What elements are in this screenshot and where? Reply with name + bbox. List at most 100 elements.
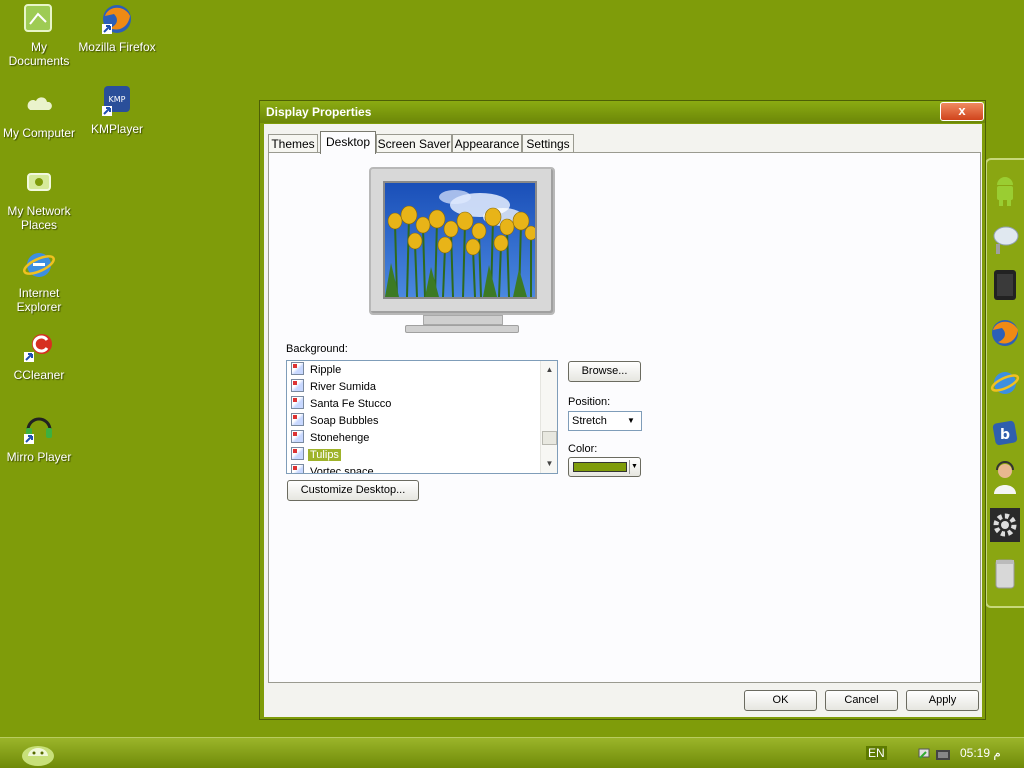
clock[interactable]: 05:19 م (960, 746, 1001, 760)
background-item-label: River Sumida (310, 381, 377, 393)
background-item-label: Stonehenge (310, 432, 370, 444)
background-item-label: Ripple (310, 364, 342, 376)
close-button[interactable]: x (940, 102, 984, 121)
position-label: Position: (568, 396, 611, 408)
title-bar[interactable]: Display Properties x (260, 101, 985, 123)
color-picker-button[interactable]: ▼ (568, 457, 641, 477)
tab-appearance[interactable]: Appearance (452, 134, 522, 153)
image-file-icon (291, 413, 304, 426)
image-file-icon (291, 430, 304, 443)
language-indicator[interactable]: EN (866, 746, 887, 760)
tab-themes[interactable]: Themes (268, 134, 318, 153)
svg-text:b: b (1000, 427, 1010, 443)
desktop-icon-label: KMPlayer (90, 122, 143, 136)
ok-button[interactable]: OK (744, 690, 817, 711)
wallpaper-preview-image (383, 181, 537, 299)
image-file-icon (291, 396, 304, 409)
image-file-icon (291, 447, 304, 460)
android-icon[interactable] (990, 174, 1020, 208)
internet-explorer-icon[interactable] (990, 366, 1020, 400)
background-item-label: Vortec space (310, 466, 374, 474)
mirro-player-icon (22, 412, 56, 446)
chevron-down-icon: ▼ (629, 460, 639, 474)
tray-icons (918, 746, 952, 762)
desktop-icon-firefox[interactable]: Mozilla Firefox (72, 2, 162, 54)
display-properties-window: Display Properties x Themes Desktop Scre… (259, 100, 986, 720)
apply-button[interactable]: Apply (906, 690, 979, 711)
start-button[interactable] (20, 742, 56, 766)
image-file-icon (291, 362, 304, 375)
folder-documents-icon (22, 2, 56, 36)
background-item-tulips[interactable]: Tulips (291, 447, 341, 464)
computer-icon (22, 88, 56, 122)
android-start-icon (22, 746, 54, 766)
firefox-icon (100, 2, 134, 36)
svg-text:KMP: KMP (109, 95, 126, 104)
window-title: Display Properties (266, 105, 372, 119)
scrollbar-thumb[interactable] (542, 431, 557, 445)
desktop-icon-internet-explorer[interactable]: Internet Explorer (0, 248, 84, 314)
desktop-preview-monitor (369, 167, 555, 338)
desktop-icon-label: Mirro Player (6, 450, 72, 464)
chevron-down-icon: ▼ (627, 416, 635, 425)
internet-explorer-icon (22, 248, 56, 282)
monitor-stand (423, 315, 503, 325)
customize-desktop-button[interactable]: Customize Desktop... (287, 480, 419, 501)
satellite-dish-icon[interactable] (990, 222, 1020, 256)
background-label: Background: (286, 343, 348, 355)
desktop-icon-kmplayer[interactable]: KMP KMPlayer (72, 84, 162, 136)
background-item-soap-bubbles[interactable]: Soap Bubbles (291, 413, 381, 430)
desktop-icon-network-places[interactable]: My Network Places (0, 166, 84, 232)
background-listbox[interactable]: Ripple River Sumida Santa Fe Stucco Soap… (286, 360, 558, 474)
close-icon: x (958, 103, 966, 118)
taskbar: EN 05:19 م (0, 737, 1024, 768)
browse-button[interactable]: Browse... (568, 361, 641, 382)
kmplayer-icon: KMP (100, 84, 134, 118)
ccleaner-icon (22, 330, 56, 364)
image-file-icon (291, 464, 304, 473)
side-dock: b (985, 158, 1024, 608)
background-item-stonehenge[interactable]: Stonehenge (291, 430, 371, 447)
tablet-icon[interactable] (990, 268, 1020, 302)
desktop-icon-label: Places (20, 218, 58, 232)
background-item-river-sumida[interactable]: River Sumida (291, 379, 378, 396)
tab-desktop[interactable]: Desktop (320, 131, 376, 154)
position-select[interactable]: Stretch ▼ (568, 411, 642, 431)
color-label: Color: (568, 443, 598, 455)
media-icon[interactable] (936, 750, 950, 760)
support-person-icon[interactable] (990, 460, 1020, 494)
background-item-santa-fe-stucco[interactable]: Santa Fe Stucco (291, 396, 393, 413)
desktop-icon-mirro-player[interactable]: Mirro Player (0, 412, 84, 464)
background-item-label: Tulips (308, 449, 341, 461)
desktop-icon-label: Documents (8, 54, 70, 68)
tab-screen-saver[interactable]: Screen Saver (376, 134, 452, 153)
background-item-label: Soap Bubbles (310, 415, 379, 427)
network-places-icon (22, 166, 56, 200)
desktop-icon-label: CCleaner (13, 368, 65, 382)
monitor-base (405, 325, 519, 333)
image-file-icon (291, 379, 304, 392)
gear-icon[interactable] (990, 508, 1020, 542)
scroll-down-icon[interactable]: ▼ (542, 456, 557, 471)
desktop-tab-panel: Background: Ripple River Sumida Santa Fe… (268, 152, 981, 683)
position-value: Stretch (572, 415, 607, 427)
listbox-scrollbar[interactable]: ▲ ▼ (540, 361, 557, 473)
dialog-client-area: Themes Desktop Screen Saver Appearance S… (264, 124, 982, 717)
desktop-icon-ccleaner[interactable]: CCleaner (0, 330, 84, 382)
monitor-bezel (369, 167, 555, 315)
color-swatch (573, 462, 627, 472)
network-icon[interactable] (918, 748, 930, 759)
scroll-up-icon[interactable]: ▲ (542, 362, 557, 377)
desktop-icon-label: Internet (18, 286, 60, 300)
trash-icon[interactable] (990, 556, 1020, 590)
desktop-icon-label: Explorer (16, 300, 62, 314)
blogger-icon[interactable]: b (990, 416, 1020, 450)
desktop-icon-label: My Network (7, 204, 71, 218)
tab-settings[interactable]: Settings (522, 134, 574, 153)
background-item-ripple[interactable]: Ripple (291, 362, 343, 379)
background-item-label: Santa Fe Stucco (310, 398, 392, 410)
desktop-icon-label: Mozilla Firefox (78, 40, 156, 54)
background-item-vortec-space[interactable]: Vortec space (291, 464, 376, 474)
firefox-icon[interactable] (990, 316, 1020, 350)
cancel-button[interactable]: Cancel (825, 690, 898, 711)
